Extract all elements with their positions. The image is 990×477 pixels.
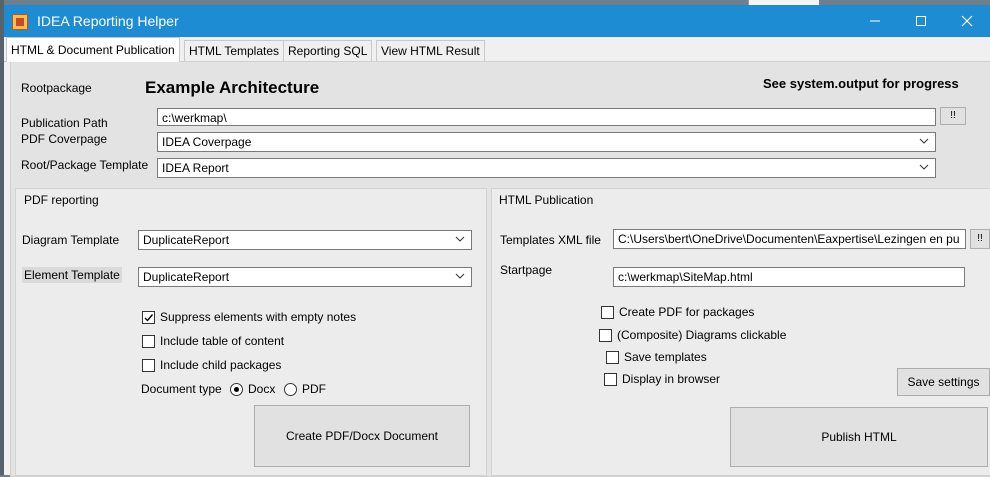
- pdf-radio-label: PDF: [302, 382, 326, 396]
- document-type-label: Document type: [141, 382, 222, 396]
- element-template-value: DuplicateReport: [143, 270, 230, 284]
- save-templates-label: Save templates: [624, 350, 707, 364]
- create-pdf-packages-checkbox[interactable]: [601, 306, 614, 319]
- chevron-down-icon: [919, 164, 929, 170]
- docx-radio[interactable]: [230, 383, 243, 396]
- publication-path-input[interactable]: c:\werkmap\: [157, 108, 936, 126]
- diagram-template-label: Diagram Template: [22, 233, 120, 247]
- include-child-packages-label: Include child packages: [160, 358, 282, 372]
- templates-xml-input[interactable]: C:\Users\bert\OneDrive\Documenten\Eaxper…: [613, 229, 966, 249]
- minimize-button[interactable]: [852, 5, 898, 37]
- root-template-label: Root/Package Template: [21, 158, 149, 172]
- progress-note: See system.output for progress: [763, 76, 959, 91]
- chevron-down-icon: [455, 236, 465, 242]
- pdf-coverpage-value: IDEA Coverpage: [162, 135, 252, 149]
- title-bar[interactable]: IDEA Reporting Helper: [4, 5, 990, 37]
- startpage-label: Startpage: [500, 263, 553, 277]
- app-window: HTML & Document Publication HTML Templat…: [4, 37, 990, 477]
- suppress-empty-notes-label: Suppress elements with empty notes: [160, 310, 357, 324]
- include-toc-label: Include table of content: [160, 334, 285, 348]
- suppress-empty-notes-checkbox[interactable]: [142, 311, 155, 324]
- chevron-down-icon: [455, 273, 465, 279]
- diagrams-clickable-checkbox[interactable]: [599, 329, 612, 342]
- tab-view-html-result[interactable]: View HTML Result: [376, 40, 485, 61]
- create-pdf-packages-label: Create PDF for packages: [619, 305, 755, 319]
- create-pdf-docx-button[interactable]: Create PDF/Docx Document: [254, 405, 470, 467]
- save-templates-checkbox[interactable]: [606, 351, 619, 364]
- rootpackage-label: Rootpackage: [21, 81, 92, 95]
- docx-radio-label: Docx: [248, 382, 276, 396]
- tab-html-document-publication[interactable]: HTML & Document Publication: [6, 37, 180, 62]
- element-template-label: Element Template: [22, 267, 122, 283]
- templates-xml-browse-button[interactable]: !!: [970, 229, 990, 249]
- display-in-browser-label: Display in browser: [622, 372, 721, 386]
- tab-strip: HTML & Document Publication HTML Templat…: [4, 37, 990, 62]
- pdf-coverpage-label: PDF Coverpage: [21, 132, 108, 146]
- include-child-packages-checkbox[interactable]: [142, 359, 155, 372]
- pdf-coverpage-select[interactable]: IDEA Coverpage: [157, 132, 936, 152]
- publish-html-button[interactable]: Publish HTML: [730, 407, 988, 467]
- tab-reporting-sql[interactable]: Reporting SQL: [283, 40, 373, 61]
- close-button[interactable]: [944, 5, 990, 37]
- pdf-reporting-heading: PDF reporting: [24, 193, 99, 207]
- pdf-reporting-group: PDF reporting Diagram Template Duplicate…: [15, 188, 487, 476]
- save-settings-button[interactable]: Save settings: [897, 368, 990, 396]
- root-template-select[interactable]: IDEA Report: [157, 158, 936, 178]
- maximize-icon: [916, 16, 926, 26]
- include-toc-checkbox[interactable]: [142, 335, 155, 348]
- templates-xml-label: Templates XML file: [500, 233, 601, 247]
- app-icon: [12, 14, 28, 30]
- chevron-down-icon: [919, 138, 929, 144]
- publication-path-browse-button[interactable]: !!: [940, 107, 966, 125]
- pdf-radio[interactable]: [284, 383, 297, 396]
- diagrams-clickable-label: (Composite) Diagrams clickable: [617, 328, 787, 342]
- rootpackage-value: Example Architecture: [145, 78, 320, 97]
- display-in-browser-checkbox[interactable]: [604, 373, 617, 386]
- html-publication-group: HTML Publication Templates XML file C:\U…: [491, 188, 990, 476]
- window-title: IDEA Reporting Helper: [37, 13, 179, 29]
- startpage-input[interactable]: c:\werkmap\SiteMap.html: [613, 267, 965, 287]
- maximize-button[interactable]: [898, 5, 944, 37]
- tab-html-templates[interactable]: HTML Templates: [184, 40, 285, 61]
- diagram-template-value: DuplicateReport: [143, 233, 230, 247]
- publication-path-label: Publication Path: [21, 116, 108, 130]
- publication-panel: Rootpackage Example Architecture See sys…: [10, 61, 990, 477]
- root-template-value: IDEA Report: [162, 161, 229, 175]
- diagram-template-select[interactable]: DuplicateReport: [138, 230, 472, 250]
- element-template-select[interactable]: DuplicateReport: [138, 267, 472, 287]
- checkmark-icon: [144, 314, 154, 322]
- close-icon: [961, 15, 973, 27]
- html-publication-heading: HTML Publication: [499, 193, 594, 207]
- minimize-icon: [870, 20, 880, 22]
